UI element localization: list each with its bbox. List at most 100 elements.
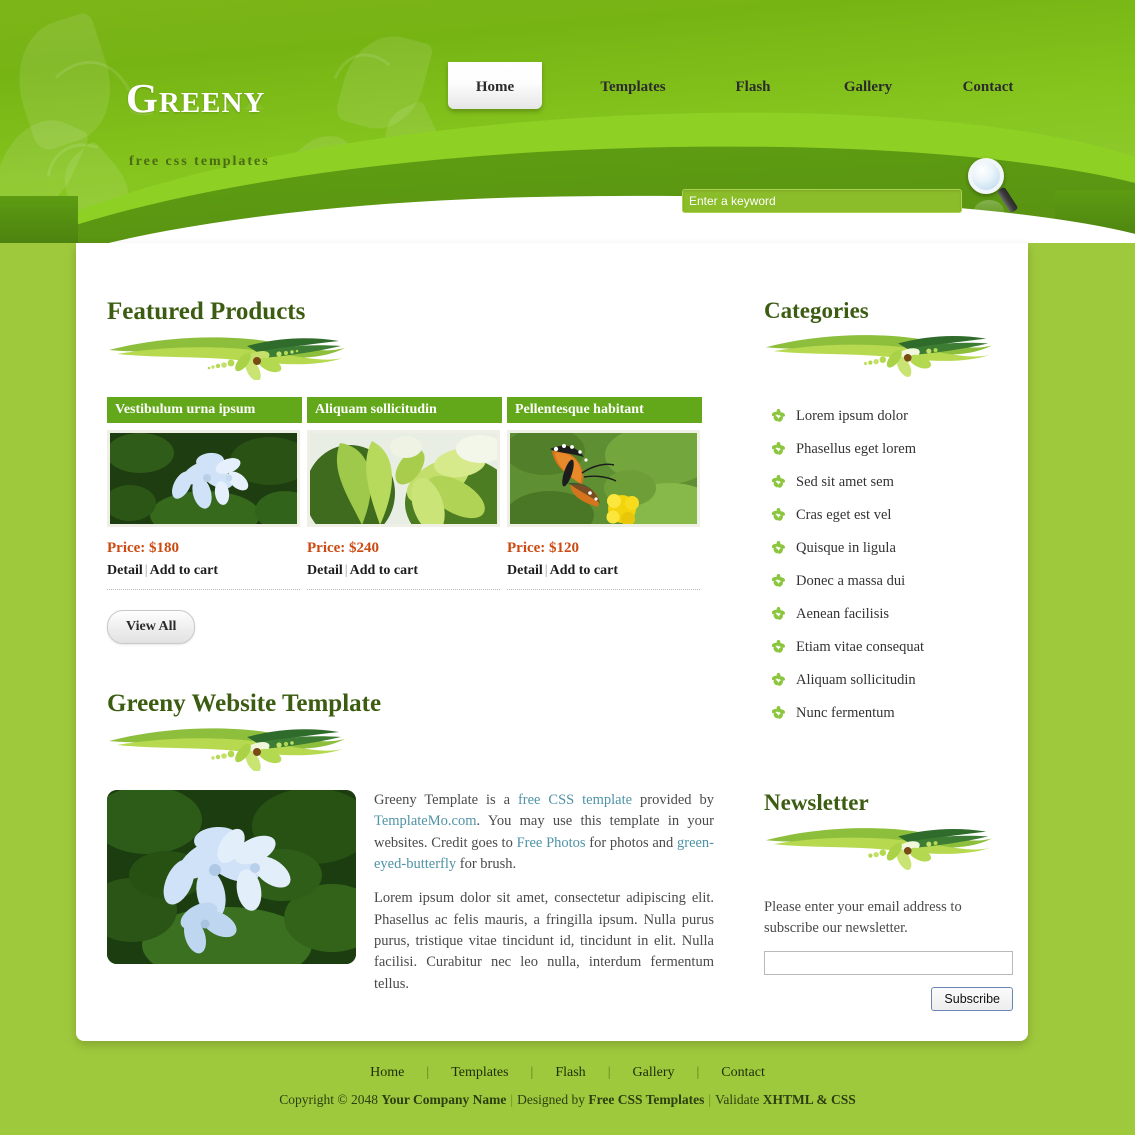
magnifier-reflection: [974, 200, 1004, 222]
product-detail-link[interactable]: Detail: [307, 563, 343, 578]
product-detail-link[interactable]: Detail: [107, 563, 143, 578]
newsletter-section: Newsletter Please enter your email addre…: [764, 790, 1013, 1011]
article-title: Greeny Website Template: [107, 689, 382, 717]
floral-divider: [107, 723, 727, 776]
footer-nav-flash[interactable]: Flash: [533, 1065, 607, 1080]
magnifier-lens-icon: [968, 158, 1004, 194]
site-logo-reflection: Greeny: [126, 85, 266, 124]
list-item[interactable]: Sed sit amet sem: [764, 474, 1004, 491]
article-text-run: provided by: [632, 792, 714, 808]
category-label: Cras eget est vel: [796, 507, 892, 524]
footer-nav-gallery[interactable]: Gallery: [611, 1065, 697, 1080]
product-title[interactable]: Aliquam sollicitudin: [307, 396, 502, 423]
product-add-to-cart-link[interactable]: Add to cart: [350, 563, 418, 578]
search-icon[interactable]: [968, 158, 1019, 222]
product-actions: Detail | Add to cart: [507, 563, 702, 579]
templatemo-link[interactable]: TemplateMo.com: [374, 813, 476, 829]
site-tagline: free css templates: [129, 154, 270, 169]
article-section: Greeny Website Template Greeny Template …: [107, 690, 727, 1008]
newsletter-button-row: Subscribe: [764, 986, 1013, 1011]
product-divider: [307, 588, 500, 590]
article-text: Greeny Template is a free CSS template p…: [374, 790, 714, 1008]
site-logo[interactable]: Greeny Greeny: [126, 78, 265, 162]
product-detail-link[interactable]: Detail: [507, 563, 543, 578]
category-label: Quisque in ligula: [796, 540, 896, 557]
list-item[interactable]: Donec a massa dui: [764, 573, 1004, 590]
subscribe-button[interactable]: Subscribe: [931, 986, 1013, 1011]
category-label: Phasellus eget lorem: [796, 441, 917, 458]
product-divider: [107, 588, 300, 590]
main-navigation: Home Templates Flash Gallery Contact: [448, 62, 1088, 114]
nav-item-templates[interactable]: Templates: [588, 66, 678, 109]
list-item[interactable]: Phasellus eget lorem: [764, 441, 1004, 458]
company-name: Your Company Name: [381, 1092, 507, 1107]
product-image[interactable]: [307, 429, 500, 527]
nav-item-home[interactable]: Home: [448, 62, 542, 109]
free-photos-link[interactable]: Free Photos: [517, 835, 586, 851]
floral-divider: [764, 329, 1004, 382]
validate-link[interactable]: XHTML & CSS: [763, 1092, 856, 1107]
view-all-button[interactable]: View All: [107, 609, 196, 644]
flower-bullet-icon: [771, 574, 786, 592]
floral-divider: [764, 822, 1004, 875]
site-header: Greeny Greeny free css templates Home Te…: [0, 0, 1135, 243]
list-item[interactable]: Cras eget est vel: [764, 507, 1004, 524]
free-css-template-link[interactable]: free CSS template: [518, 792, 632, 808]
article-paragraph-2: Lorem ipsum dolor sit amet, consectetur …: [374, 890, 714, 992]
article-image: [107, 790, 356, 964]
footer-nav-contact[interactable]: Contact: [699, 1065, 787, 1080]
sidebar: Categories Lorem ipsum dolor Phasellus e…: [764, 298, 1013, 1011]
categories-title: Categories: [764, 298, 869, 323]
flower-bullet-icon: [771, 442, 786, 460]
newsletter-email-input[interactable]: [764, 950, 1013, 975]
product-add-to-cart-link[interactable]: Add to cart: [150, 563, 218, 578]
nav-item-flash[interactable]: Flash: [718, 66, 788, 109]
footer-nav-home[interactable]: Home: [348, 1065, 426, 1080]
product-card: Aliquam sollicitudin Price: $240 Detail …: [307, 396, 502, 590]
article-text-run: Greeny Template is a: [374, 792, 518, 808]
flower-bullet-icon: [771, 706, 786, 724]
article-text-run: for photos and: [585, 834, 677, 851]
product-price: Price: $180: [107, 539, 180, 556]
product-price: Price: $120: [507, 539, 580, 556]
designer-link[interactable]: Free CSS Templates: [588, 1092, 704, 1107]
footer-nav-templates[interactable]: Templates: [429, 1065, 530, 1080]
categories-list: Lorem ipsum dolor Phasellus eget lorem S…: [764, 408, 1004, 722]
copyright-separator: |: [708, 1092, 712, 1107]
product-image[interactable]: [107, 429, 300, 527]
product-divider: [507, 588, 700, 590]
validate-text: Validate: [715, 1092, 763, 1107]
nav-item-gallery[interactable]: Gallery: [828, 66, 908, 109]
category-label: Lorem ipsum dolor: [796, 408, 908, 425]
product-card: Pellentesque habitant Price: $120 Detail…: [507, 396, 702, 590]
product-title[interactable]: Vestibulum urna ipsum: [107, 396, 302, 423]
category-label: Sed sit amet sem: [796, 474, 894, 491]
product-image[interactable]: [507, 429, 700, 527]
flower-bullet-icon: [771, 409, 786, 427]
list-item[interactable]: Aliquam sollicitudin: [764, 672, 1004, 689]
flower-bullet-icon: [771, 541, 786, 559]
list-item[interactable]: Quisque in ligula: [764, 540, 1004, 557]
list-item[interactable]: Etiam vitae consequat: [764, 639, 1004, 656]
product-add-to-cart-link[interactable]: Add to cart: [550, 563, 618, 578]
product-title[interactable]: Pellentesque habitant: [507, 396, 702, 423]
nav-item-contact[interactable]: Contact: [948, 66, 1028, 109]
flower-bullet-icon: [771, 607, 786, 625]
product-actions: Detail | Add to cart: [307, 563, 502, 579]
product-price: Price: $240: [307, 539, 380, 556]
copyright-text: Copyright © 2048: [279, 1092, 382, 1107]
featured-products-title: Featured Products: [107, 298, 306, 325]
product-actions: Detail | Add to cart: [107, 563, 302, 579]
site-footer: Home | Templates | Flash | Gallery | Contact Cop…: [0, 1065, 1135, 1108]
flower-bullet-icon: [771, 475, 786, 493]
copyright-separator: |: [510, 1092, 514, 1107]
category-label: Donec a massa dui: [796, 573, 906, 590]
list-item[interactable]: Aenean facilisis: [764, 606, 1004, 623]
product-action-separator: |: [144, 562, 148, 578]
search-input[interactable]: [682, 189, 962, 213]
newsletter-title: Newsletter: [764, 790, 869, 816]
list-item[interactable]: Lorem ipsum dolor: [764, 408, 1004, 425]
list-item[interactable]: Nunc fermentum: [764, 705, 1004, 722]
article-paragraph-1: Greeny Template is a free CSS template p…: [374, 790, 714, 875]
flower-bullet-icon: [771, 640, 786, 658]
